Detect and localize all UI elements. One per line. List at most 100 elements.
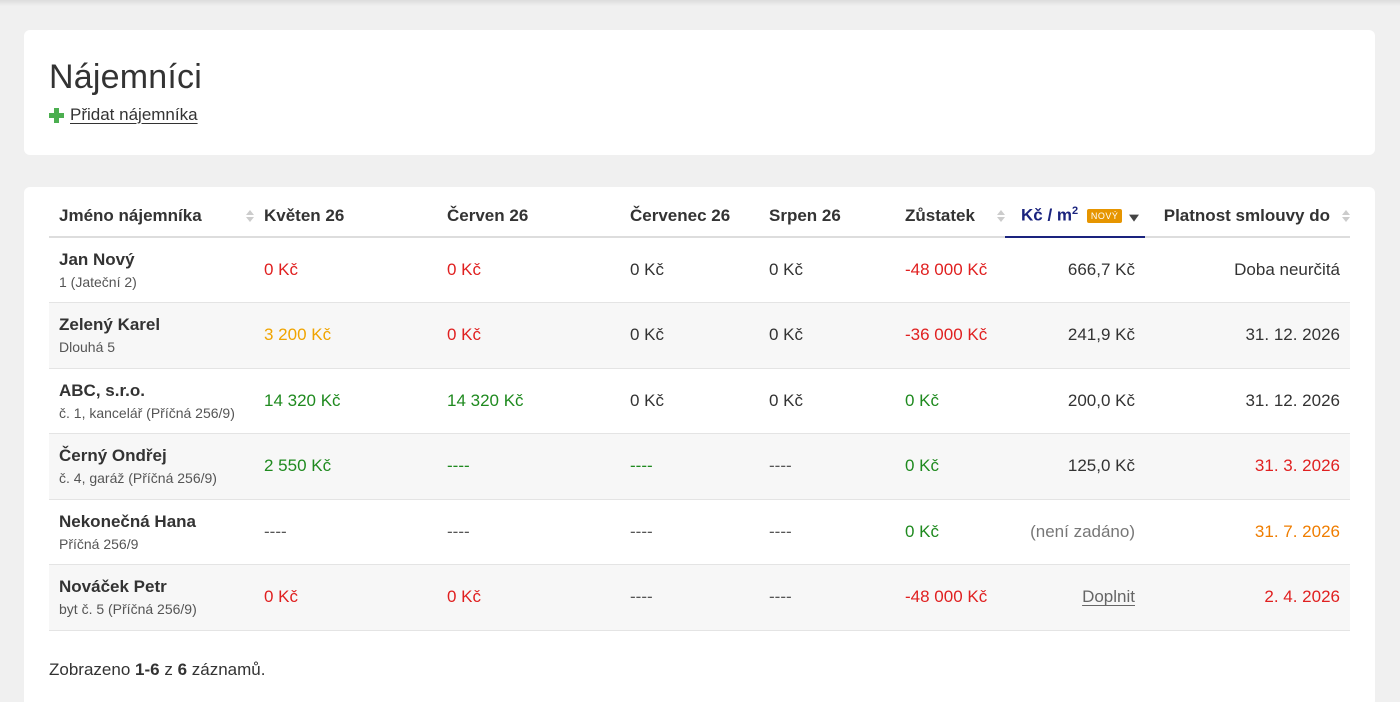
tenant-unit: Příčná 256/9 [59,535,139,552]
summary-middle: z [164,660,173,679]
cell-month-3: 0 Kč [620,368,759,434]
new-badge: NOVÝ [1086,209,1123,224]
sort-icon [246,209,254,222]
cell-contract: 31. 7. 2026 [1145,499,1350,565]
cell-name: Černý Ondřej č. 4, garáž (Příčná 256/9) [49,433,254,500]
cell-price: 200,0 Kč [1005,368,1145,434]
cell-contract: 31. 12. 2026 [1145,302,1350,369]
cell-balance: -48 000 Kč [895,237,1005,303]
column-header-month-1: Květen 26 [254,195,437,238]
column-header-contract-label: Platnost smlouvy do [1163,205,1330,225]
cell-month-3: 0 Kč [620,302,759,369]
column-header-name-label: Jméno nájemníka [59,205,202,225]
cell-balance: -48 000 Kč [895,564,1005,631]
sort-icon [1342,209,1350,222]
cell-month-3: 0 Kč [620,237,759,303]
cell-month-1: 0 Kč [254,564,437,631]
header-card: Nájemníci Přidat nájemníka [24,30,1375,155]
column-header-name[interactable]: Jméno nájemníka [49,195,254,238]
cell-month-2: ---- [437,433,620,500]
top-shadow [0,0,1400,6]
column-header-price-sup: 2 [1072,205,1079,218]
column-header-balance[interactable]: Zůstatek [895,195,1005,238]
cell-month-4: ---- [759,433,895,500]
cell-month-1: 3 200 Kč [254,302,437,369]
table-row[interactable]: Černý Ondřej č. 4, garáž (Příčná 256/9) 2… [49,433,1350,500]
cell-name: ABC, s.r.o. č. 1, kancelář (Příčná 256/9) [49,368,254,434]
column-header-price-per-m2[interactable]: Kč / m2 NOVÝ [1005,195,1145,238]
table-card: Jméno nájemníka Květen 26 Červen 26 Červ… [24,187,1375,702]
summary-suffix: záznamů. [191,660,266,679]
cell-month-4: 0 Kč [759,237,895,303]
table-row[interactable]: ABC, s.r.o. č. 1, kancelář (Příčná 256/9)… [49,368,1350,434]
cell-month-4: ---- [759,499,895,565]
tenant-name: Jan Nový [59,250,135,269]
tenant-unit: 1 (Jateční 2) [59,274,137,290]
cell-balance: -36 000 Kč [895,302,1005,369]
cell-balance: 0 Kč [895,368,1005,434]
cell-month-2: 0 Kč [437,302,620,369]
cell-price: 241,9 Kč [1005,302,1145,369]
column-header-month-4-label: Srpen 26 [769,205,841,225]
column-header-month-4: Srpen 26 [759,195,895,238]
table-row[interactable]: Nekonečná Hana Příčná 256/9 ---- ---- ---… [49,499,1350,565]
cell-month-2: 0 Kč [437,237,620,303]
summary-total: 6 [177,660,188,679]
cell-name: Jan Nový 1 (Jateční 2) [49,237,254,303]
cell-month-1: 2 550 Kč [254,433,437,500]
cell-price: 666,7 Kč [1005,237,1145,303]
cell-month-3: ---- [620,433,759,500]
summary-range: 1-6 [135,660,160,679]
column-header-month-3: Červenec 26 [620,195,759,238]
tenants-table: Jméno nájemníka Květen 26 Červen 26 Červ… [49,195,1350,631]
cell-month-2: ---- [437,499,620,565]
column-header-contract[interactable]: Platnost smlouvy do [1145,195,1350,238]
cell-balance: 0 Kč [895,499,1005,565]
fill-in-link[interactable]: Doplnit [1082,587,1135,606]
cell-balance: 0 Kč [895,433,1005,500]
cell-contract: Doba neurčitá [1145,237,1350,303]
summary-prefix: Zobrazeno [49,660,131,679]
tenant-unit: Dlouhá 5 [59,339,116,356]
add-tenant-link[interactable]: Přidat nájemníka [49,105,198,125]
tenant-unit: č. 1, kancelář (Příčná 256/9) [59,404,235,421]
cell-month-3: ---- [620,499,759,565]
tenant-name: Zelený Karel [59,315,161,335]
add-tenant-label: Přidat nájemníka [70,105,198,124]
tenant-name: Černý Ondřej [59,446,167,466]
plus-icon [49,107,64,123]
tenant-unit: byt č. 5 (Příčná 256/9) [59,601,197,618]
cell-month-2: 0 Kč [437,564,620,631]
cell-month-4: 0 Kč [759,302,895,369]
cell-month-1: 0 Kč [254,237,437,303]
cell-contract: 2. 4. 2026 [1145,564,1350,631]
table-row[interactable]: Zelený Karel Dlouhá 5 3 200 Kč 0 Kč 0 Kč … [49,302,1350,369]
table-row[interactable]: Nováček Petr byt č. 5 (Příčná 256/9) 0 Kč… [49,564,1350,631]
column-header-balance-label: Zůstatek [905,205,975,225]
cell-month-4: 0 Kč [759,368,895,434]
table-row[interactable]: Jan Nový 1 (Jateční 2) 0 Kč 0 Kč 0 Kč 0 K… [49,237,1350,303]
column-header-month-2: Červen 26 [437,195,620,238]
column-header-month-1-label: Květen 26 [264,205,345,225]
records-summary: Zobrazeno 1-6 z 6 záznamů. [49,660,265,680]
cell-contract: 31. 3. 2026 [1145,433,1350,500]
column-header-price-label: Kč / m [1021,205,1073,225]
cell-price: 125,0 Kč [1005,433,1145,500]
column-header-month-3-label: Červenec 26 [630,205,731,225]
cell-name: Nováček Petr byt č. 5 (Příčná 256/9) [49,564,254,631]
cell-month-4: ---- [759,564,895,631]
tenant-name: Nováček Petr [59,577,167,597]
column-header-month-2-label: Červen 26 [447,205,529,225]
cell-month-2: 14 320 Kč [437,368,620,434]
cell-month-1: ---- [254,499,437,565]
cell-price: Doplnit [1005,564,1145,631]
table-header-row: Jméno nájemníka Květen 26 Červen 26 Červ… [49,195,1350,238]
cell-contract: 31. 12. 2026 [1145,368,1350,434]
tenant-name: ABC, s.r.o. [59,380,145,400]
cell-name: Zelený Karel Dlouhá 5 [49,302,254,369]
sort-desc-icon [1129,214,1139,222]
cell-month-3: ---- [620,564,759,631]
tenant-unit: č. 4, garáž (Příčná 256/9) [59,470,217,487]
cell-month-1: 14 320 Kč [254,368,437,434]
page-title: Nájemníci [49,58,202,96]
